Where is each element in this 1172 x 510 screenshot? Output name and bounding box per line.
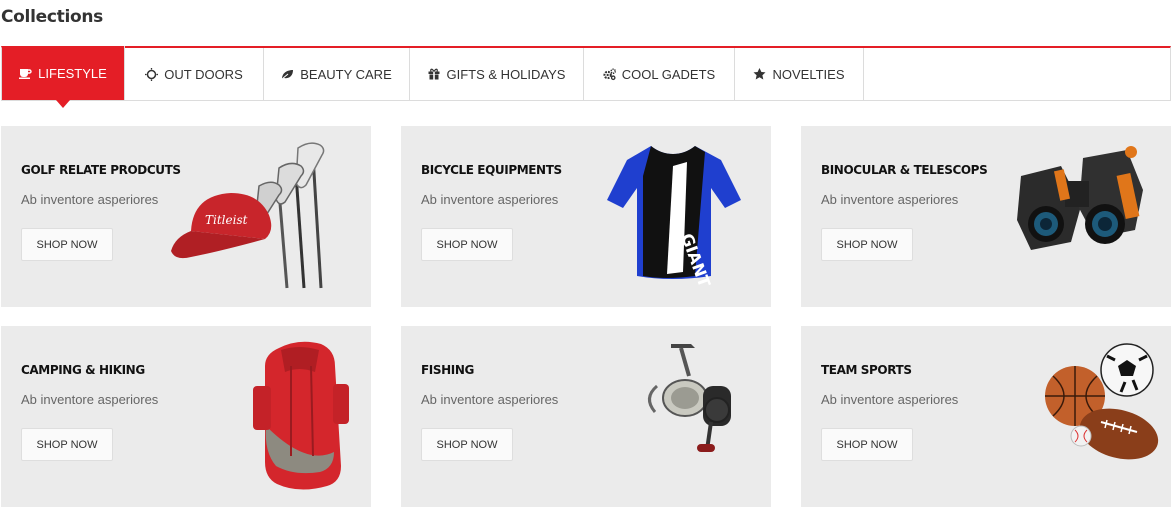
- product-description: Ab inventore asperiores: [21, 192, 159, 207]
- shop-now-button[interactable]: SHOP NOW: [21, 228, 113, 261]
- tab-label: BEAUTY CARE: [300, 66, 392, 82]
- tab-lifestyle[interactable]: LIFESTYLE: [2, 46, 125, 108]
- tab-label: GIFTS & HOLIDAYS: [446, 66, 566, 82]
- tab-gifts-holidays[interactable]: GIFTS & HOLIDAYS: [410, 48, 584, 100]
- tab-cool-gadets[interactable]: COOL GADETS: [584, 48, 735, 100]
- fishing-reel-image: [648, 344, 731, 452]
- product-description: Ab inventore asperiores: [821, 192, 959, 207]
- shop-now-button[interactable]: SHOP NOW: [821, 228, 913, 261]
- product-description: Ab inventore asperiores: [21, 392, 159, 407]
- shop-now-button[interactable]: SHOP NOW: [21, 428, 113, 461]
- tab-novelties[interactable]: NOVELTIES: [735, 48, 864, 100]
- gears-icon: [603, 67, 616, 81]
- category-tabs: LIFESTYLE OUT DOORS BEAUTY CARE GIFTS & …: [1, 46, 1171, 108]
- star-icon: [753, 68, 766, 81]
- shop-now-button[interactable]: SHOP NOW: [421, 228, 513, 261]
- product-description: Ab inventore asperiores: [821, 392, 959, 407]
- product-card-golf: GOLF RELATE PRODCUTS Ab inventore asperi…: [1, 126, 371, 307]
- red-backpack-image: [253, 341, 349, 490]
- product-card-binoculars: BINOCULAR & TELESCOPS Ab inventore asper…: [801, 126, 1171, 307]
- tab-label: OUT DOORS: [164, 66, 243, 82]
- product-card-team-sports: TEAM SPORTS Ab inventore asperiores SHOP…: [801, 326, 1171, 507]
- product-name: FISHING: [421, 363, 474, 377]
- product-description: Ab inventore asperiores: [421, 192, 559, 207]
- tab-beauty-care[interactable]: BEAUTY CARE: [264, 48, 410, 100]
- product-name: TEAM SPORTS: [821, 363, 912, 377]
- golf-clubs-and-cap-image: Titleist: [171, 142, 325, 289]
- product-card-bicycle: BICYCLE EQUIPMENTS Ab inventore asperior…: [401, 126, 771, 307]
- shop-now-button[interactable]: SHOP NOW: [421, 428, 513, 461]
- sports-balls-image: [1045, 343, 1159, 460]
- product-card-camping: CAMPING & HIKING Ab inventore asperiores…: [1, 326, 371, 507]
- section-title: Collections: [1, 7, 103, 27]
- product-name: BICYCLE EQUIPMENTS: [421, 163, 562, 177]
- cycling-jersey-image: GIANT: [607, 146, 741, 290]
- sun-icon: [145, 67, 159, 81]
- leaf-icon: [281, 68, 294, 81]
- cup-icon: [19, 67, 32, 80]
- tab-out-doors[interactable]: OUT DOORS: [125, 48, 264, 100]
- product-card-fishing: FISHING Ab inventore asperiores SHOP NOW: [401, 326, 771, 507]
- tab-label: COOL GADETS: [621, 66, 716, 82]
- tab-label: NOVELTIES: [772, 66, 845, 82]
- product-name: GOLF RELATE PRODCUTS: [21, 163, 181, 177]
- product-name: CAMPING & HIKING: [21, 363, 145, 377]
- svg-text:Titleist: Titleist: [205, 213, 248, 227]
- gift-icon: [428, 68, 441, 81]
- product-description: Ab inventore asperiores: [421, 392, 559, 407]
- tab-label: LIFESTYLE: [38, 65, 107, 81]
- binoculars-image: [1017, 146, 1143, 250]
- shop-now-button[interactable]: SHOP NOW: [821, 428, 913, 461]
